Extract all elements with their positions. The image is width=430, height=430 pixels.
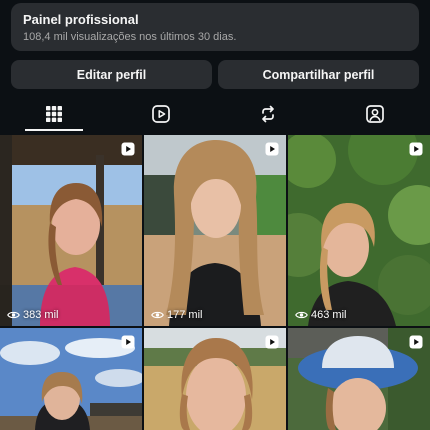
grid-item[interactable]: 463 mil bbox=[288, 135, 430, 326]
repost-icon bbox=[261, 105, 274, 122]
tab-tagged[interactable] bbox=[321, 95, 428, 132]
edit-profile-button[interactable]: Editar perfil bbox=[11, 60, 212, 89]
reels-badge-icon bbox=[121, 142, 135, 156]
reel-thumbnail bbox=[144, 135, 286, 326]
view-count-value: 177 mil bbox=[167, 309, 203, 321]
grid-item[interactable] bbox=[288, 328, 430, 430]
tagged-icon bbox=[365, 104, 384, 123]
tab-posts-grid[interactable] bbox=[0, 95, 107, 132]
view-count: 383 mil bbox=[7, 309, 58, 321]
reels-icon bbox=[151, 104, 170, 123]
active-tab-indicator bbox=[25, 129, 83, 131]
reel-thumbnail bbox=[288, 135, 430, 326]
profile-tabs bbox=[0, 95, 430, 132]
reels-badge-icon bbox=[409, 142, 423, 156]
view-count-value: 463 mil bbox=[311, 309, 347, 321]
posts-grid: 383 mil 177 mil 463 mil bbox=[0, 135, 430, 430]
tab-reposts[interactable] bbox=[214, 95, 321, 132]
eye-icon bbox=[151, 311, 164, 319]
grid-icon bbox=[45, 105, 62, 122]
professional-dashboard-card[interactable]: Painel profissional 108,4 mil visualizaç… bbox=[11, 3, 419, 51]
dashboard-subtitle: 108,4 mil visualizações nos últimos 30 d… bbox=[23, 31, 237, 43]
grid-item[interactable]: 177 mil bbox=[144, 135, 286, 326]
reel-thumbnail bbox=[0, 135, 142, 326]
view-count-value: 383 mil bbox=[23, 309, 59, 321]
grid-item[interactable] bbox=[144, 328, 286, 430]
reels-badge-icon bbox=[265, 335, 279, 349]
reels-badge-icon bbox=[409, 335, 423, 349]
reels-badge-icon bbox=[121, 335, 135, 349]
eye-icon bbox=[295, 311, 308, 319]
view-count: 463 mil bbox=[295, 309, 346, 321]
eye-icon bbox=[7, 311, 20, 319]
view-count: 177 mil bbox=[151, 309, 202, 321]
dashboard-title: Painel profissional bbox=[23, 12, 139, 27]
grid-item[interactable] bbox=[0, 328, 142, 430]
tab-reels[interactable] bbox=[107, 95, 214, 132]
share-profile-button[interactable]: Compartilhar perfil bbox=[218, 60, 419, 89]
reels-badge-icon bbox=[265, 142, 279, 156]
grid-item[interactable]: 383 mil bbox=[0, 135, 142, 326]
